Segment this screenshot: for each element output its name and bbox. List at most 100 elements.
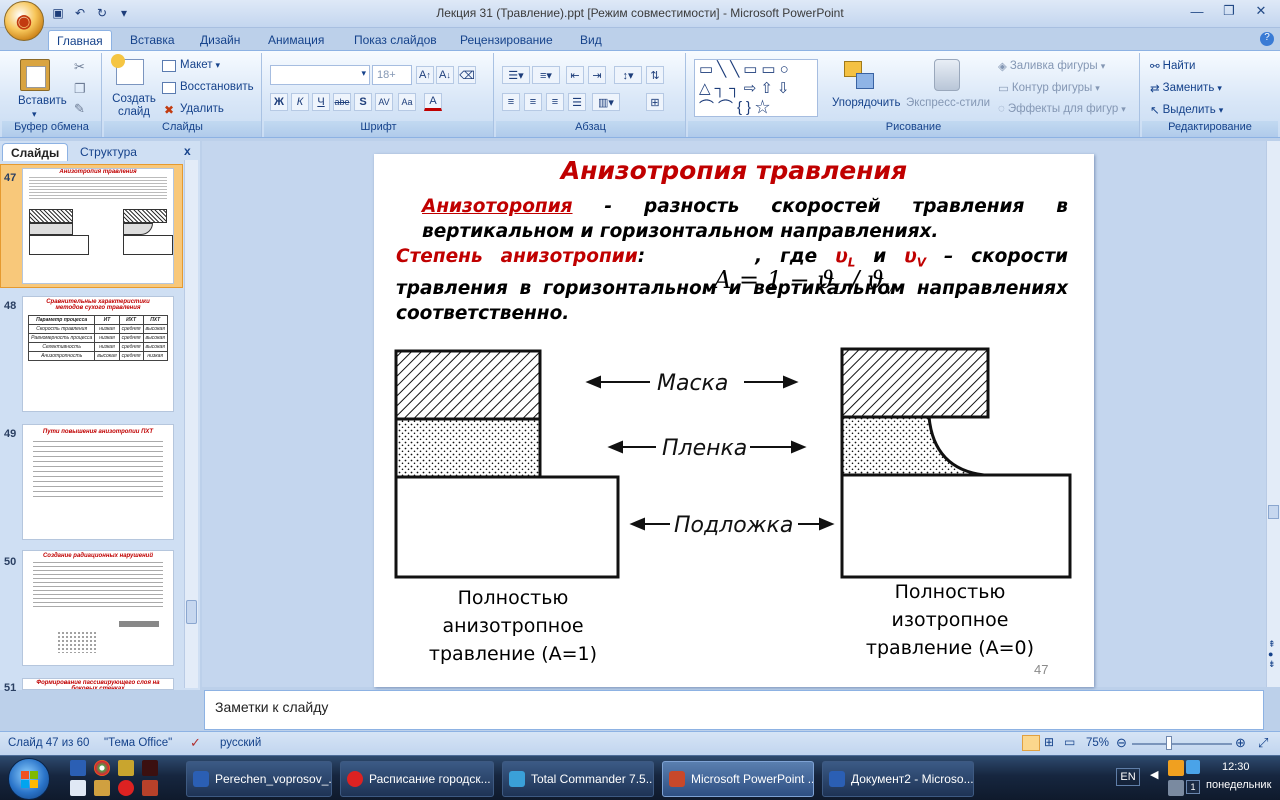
bold-button[interactable]: Ж	[270, 93, 288, 111]
notes-pane[interactable]: Заметки к слайду	[204, 690, 1264, 730]
scrollbar-thumb[interactable]	[186, 600, 197, 624]
tab-insert[interactable]: Вставка	[122, 30, 183, 50]
show-desktop-icon[interactable]	[70, 780, 86, 796]
clock-time[interactable]: 12:30	[1222, 761, 1250, 773]
paste-dropdown-icon[interactable]: ▾	[32, 109, 37, 120]
columns-icon[interactable]: ▥▾	[592, 93, 620, 111]
zoom-slider-thumb[interactable]	[1166, 736, 1172, 750]
thumbnail-slide-47[interactable]: Анизотропия травления	[22, 168, 174, 284]
word-launcher-icon[interactable]	[70, 760, 86, 776]
paste-icon[interactable]	[20, 59, 50, 91]
zoom-out-icon[interactable]: ⊖	[1116, 735, 1127, 751]
network-icon[interactable]	[1186, 760, 1200, 774]
help-icon[interactable]: ?	[1260, 32, 1274, 46]
format-painter-icon[interactable]: ✎	[74, 101, 85, 117]
shape-fill-button[interactable]: ◈ Заливка фигуры ▾	[998, 59, 1105, 73]
zoom-in-icon[interactable]: ⊕	[1235, 735, 1246, 751]
thumbnail-slide-50[interactable]: Создание радиационных нарушений	[22, 550, 174, 666]
delete-button[interactable]: Удалить	[180, 103, 224, 115]
slide-sorter-icon[interactable]: ⊞	[1044, 735, 1060, 751]
taskbar-item-powerpoint[interactable]: Microsoft PowerPoint ...	[662, 761, 814, 797]
shape-outline-button[interactable]: ▭ Контур фигуры ▾	[998, 81, 1100, 95]
app-launcher-icon[interactable]	[118, 760, 134, 776]
new-slide-icon[interactable]	[111, 54, 144, 85]
thumbnail-slide-48[interactable]: Сравнительные характеристики методов сух…	[22, 296, 174, 412]
spellcheck-icon[interactable]: ✓	[190, 735, 201, 751]
reset-button[interactable]: Восстановить	[180, 81, 254, 93]
office-button[interactable]: ◉	[4, 1, 44, 41]
slide-canvas[interactable]: Анизотропия травления Анизоторопия - раз…	[374, 154, 1094, 687]
quick-styles-button[interactable]: Экспресс-стили	[906, 97, 990, 109]
start-button[interactable]	[8, 758, 50, 800]
bullets-icon[interactable]: ☰▾	[502, 66, 530, 84]
find-button[interactable]: ⚯ Найти	[1150, 59, 1195, 73]
line-spacing-icon[interactable]: ↕▾	[614, 66, 642, 84]
underline-button[interactable]: Ч	[312, 93, 330, 111]
tray-app-icon[interactable]	[1168, 780, 1184, 796]
copy-icon[interactable]: ❐	[74, 81, 86, 97]
replace-button[interactable]: ⇄ Заменить ▾	[1150, 81, 1222, 95]
tab-outline[interactable]: Структура	[72, 143, 145, 161]
save-icon[interactable]: ▣	[50, 5, 66, 21]
opera-launcher-icon[interactable]	[118, 780, 134, 796]
align-left-icon[interactable]: ≡	[502, 93, 520, 111]
font-color-icon[interactable]: A	[424, 93, 442, 111]
show-hidden-icons-icon[interactable]: ◀	[1150, 768, 1158, 781]
shape-effects-button[interactable]: ◌ Эффекты для фигур ▾	[998, 103, 1126, 115]
select-button[interactable]: ↖ Выделить ▾	[1150, 103, 1223, 117]
thumbnail-slide-51[interactable]: Формирование пассивирующего слоя на боко…	[22, 678, 174, 690]
explorer-launcher-icon[interactable]	[94, 780, 110, 796]
align-right-icon[interactable]: ≡	[546, 93, 564, 111]
cut-icon[interactable]: ✂	[74, 59, 85, 75]
strikethrough-button[interactable]: abe	[333, 93, 351, 111]
taskbar-item-word-doc2[interactable]: Документ2 - Microso...	[822, 761, 974, 797]
maximize-button[interactable]: ❐	[1214, 2, 1244, 20]
language-indicator[interactable]: EN	[1116, 768, 1140, 786]
align-text-icon[interactable]: ⊞	[646, 93, 664, 111]
chrome-launcher-icon[interactable]	[94, 760, 110, 776]
thumbnails-scrollbar[interactable]	[184, 160, 198, 688]
tab-design[interactable]: Дизайн	[192, 30, 248, 50]
app-launcher-icon[interactable]	[142, 760, 158, 776]
tab-view[interactable]: Вид	[572, 30, 610, 50]
layout-button[interactable]: Макет ▾	[180, 59, 220, 71]
increase-indent-icon[interactable]: ⇥	[588, 66, 606, 84]
tab-animation[interactable]: Анимация	[260, 30, 332, 50]
shadow-button[interactable]: S	[354, 93, 372, 111]
font-name-combo[interactable]: ▾	[270, 65, 370, 85]
arrange-button[interactable]: Упорядочить	[832, 97, 900, 109]
shapes-gallery[interactable]: ▭╲╲▭▭○ △┐┐⇨⇧⇩ ⌒⌒{}☆	[694, 59, 818, 117]
tab-slides[interactable]: Слайды	[2, 143, 69, 161]
quick-styles-icon[interactable]	[934, 59, 960, 91]
numbering-icon[interactable]: ≡▾	[532, 66, 560, 84]
normal-view-icon[interactable]	[1022, 735, 1040, 751]
align-center-icon[interactable]: ≡	[524, 93, 542, 111]
slide-scrollbar[interactable]: ⇞ ● ⇟	[1266, 141, 1280, 687]
taskbar-item-word-doc[interactable]: Perechen_voprosov_...	[186, 761, 332, 797]
arrange-icon[interactable]	[844, 61, 878, 93]
close-button[interactable]: ✕	[1246, 2, 1276, 20]
tray-app-icon[interactable]	[1168, 760, 1184, 776]
taskbar-item-total-commander[interactable]: Total Commander 7.5...	[502, 761, 654, 797]
text-direction-icon[interactable]: ⇅	[646, 66, 664, 84]
new-slide-button[interactable]: Создать слайд	[112, 93, 156, 119]
undo-icon[interactable]: ↶	[72, 5, 88, 21]
taskbar-item-opera[interactable]: Расписание городск...	[340, 761, 494, 797]
tab-home[interactable]: Главная	[48, 30, 112, 50]
fit-to-window-icon[interactable]: ⤢	[1258, 735, 1268, 751]
zoom-slider[interactable]	[1132, 743, 1232, 745]
slideshow-icon[interactable]: ▭	[1064, 735, 1080, 751]
char-spacing-icon[interactable]: AV	[375, 93, 393, 111]
minimize-button[interactable]: —	[1182, 2, 1212, 20]
language[interactable]: русский	[220, 737, 261, 749]
redo-icon[interactable]: ↻	[94, 5, 110, 21]
tab-review[interactable]: Рецензирование	[452, 30, 561, 50]
paste-button[interactable]: Вставить	[18, 95, 67, 107]
customize-qat-icon[interactable]: ▾	[116, 5, 132, 21]
powerpoint-launcher-icon[interactable]	[142, 780, 158, 796]
prev-next-slide-icon[interactable]: ⇞ ● ⇟	[1268, 639, 1276, 669]
thumbnail-slide-49[interactable]: Пути повышения анизотропии ПХТ	[22, 424, 174, 540]
zoom-level[interactable]: 75%	[1086, 737, 1109, 749]
scrollbar-thumb[interactable]	[1268, 505, 1279, 519]
italic-button[interactable]: К	[291, 93, 309, 111]
